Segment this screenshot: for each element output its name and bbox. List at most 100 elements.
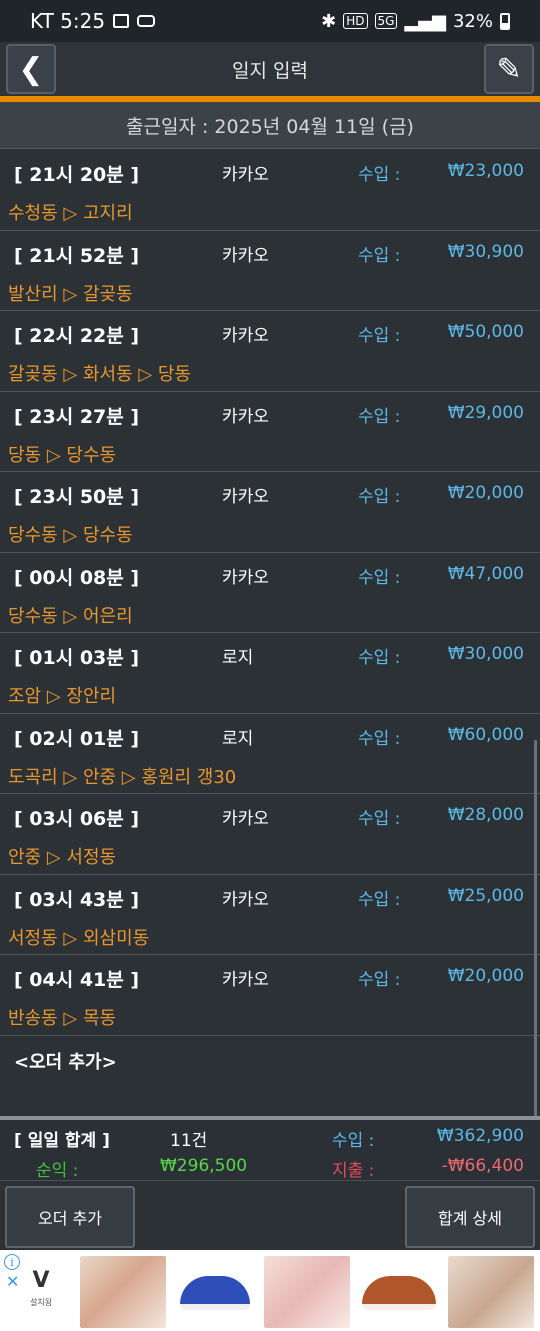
hd-icon: HD — [343, 13, 368, 29]
order-row[interactable]: [ 00시 08분 ] 카카오 수입 : ₩47,000 당수동 ▷ 어은리 — [0, 553, 540, 633]
total-detail-button[interactable]: 합계 상세 — [405, 1186, 535, 1248]
order-list[interactable]: [ 21시 20분 ] 카카오 수입 : ₩23,000 수청동 ▷ 고지리 [… — [0, 150, 540, 1220]
summary-expense: -₩66,400 — [441, 1156, 524, 1176]
order-company: 카카오 — [222, 406, 269, 427]
summary-net-label: 순익 : — [36, 1161, 79, 1181]
order-row[interactable]: [ 03시 06분 ] 카카오 수입 : ₩28,000 안중 ▷ 서정동 — [0, 794, 540, 875]
order-route: 안중 ▷ 서정동 — [8, 847, 117, 868]
order-row[interactable]: [ 23시 50분 ] 카카오 수입 : ₩20,000 당수동 ▷ 당수동 — [0, 472, 540, 553]
order-company: 카카오 — [222, 487, 269, 507]
income-label: 수입 : — [358, 487, 401, 507]
summary-net: ₩296,500 — [160, 1156, 248, 1176]
summary-income: ₩362,900 — [436, 1126, 524, 1146]
order-amount: ₩25,000 — [447, 885, 524, 906]
income-label: 수입 : — [358, 165, 401, 185]
order-amount: ₩29,000 — [447, 402, 524, 423]
ad-banner[interactable]: i ✕ V 설치됨 — [0, 1250, 540, 1331]
order-company: 카카오 — [222, 567, 269, 588]
ad-product-image[interactable] — [264, 1256, 350, 1328]
shoe-image — [362, 1276, 436, 1310]
order-time: [ 21시 52분 ] — [14, 244, 140, 267]
order-amount: ₩50,000 — [447, 322, 524, 342]
work-date[interactable]: 출근일자 : 2025년 04월 11일 (금) — [0, 102, 540, 149]
order-time: [ 23시 27분 ] — [14, 405, 140, 428]
summary-title: [ 일일 합계 ] — [14, 1131, 110, 1151]
order-company: 로지 — [222, 648, 254, 668]
summary-income-label: 수입 : — [332, 1131, 375, 1151]
add-order-button[interactable]: 오더 추가 — [5, 1186, 135, 1248]
income-label: 수입 : — [358, 889, 401, 910]
order-time: [ 00시 08분 ] — [14, 566, 140, 589]
ad-info-icon[interactable]: i — [4, 1254, 20, 1270]
order-route: 조암 ▷ 장안리 — [8, 686, 117, 707]
order-company: 카카오 — [222, 245, 269, 266]
order-row[interactable]: [ 22시 22분 ] 카카오 수입 : ₩50,000 갈곶동 ▷ 화서동 ▷… — [0, 311, 540, 392]
order-amount: ₩23,000 — [447, 161, 524, 181]
order-time: [ 23시 50분 ] — [14, 486, 140, 508]
order-row[interactable]: [ 23시 27분 ] 카카오 수입 : ₩29,000 당동 ▷ 당수동 — [0, 392, 540, 472]
ad-logo[interactable]: V 설치됨 — [26, 1268, 56, 1324]
summary-expense-label: 지출 : — [332, 1161, 375, 1181]
ad-product-image[interactable] — [448, 1256, 534, 1328]
order-route: 당동 ▷ 당수동 — [8, 444, 117, 466]
order-amount: ₩30,900 — [447, 241, 524, 262]
order-route: 발산리 ▷ 갈곶동 — [8, 283, 133, 305]
income-label: 수입 : — [358, 648, 401, 668]
income-label: 수입 : — [358, 728, 401, 749]
voicemail-icon — [137, 15, 156, 27]
status-bar: KT 5:25 ✱ HD 5G ▂▄▆ 32% — [0, 0, 540, 42]
order-amount: ₩28,000 — [447, 805, 524, 825]
order-company: 카카오 — [222, 326, 269, 346]
add-order-row[interactable]: <오더 추가> — [0, 1036, 540, 1116]
order-company: 로지 — [222, 728, 254, 749]
order-amount: ₩30,000 — [447, 644, 524, 664]
order-amount: ₩20,000 — [447, 966, 524, 986]
order-company: 카카오 — [222, 970, 269, 990]
daily-summary: [ 일일 합계 ] 11건 수입 : ₩362,900 순익 : ₩296,50… — [0, 1120, 540, 1181]
order-route: 갈곶동 ▷ 화서동 ▷ 당동 — [8, 364, 192, 385]
income-label: 수입 : — [358, 406, 401, 427]
order-row[interactable]: [ 03시 43분 ] 카카오 수입 : ₩25,000 서정동 ▷ 외삼미동 — [0, 875, 540, 955]
order-route: 당수동 ▷ 어은리 — [8, 605, 133, 627]
bluetooth-icon: ✱ — [321, 10, 337, 32]
back-arrow-icon: ❮ — [18, 51, 44, 87]
battery-percent: 32% — [452, 10, 493, 32]
ad-product-image[interactable] — [356, 1256, 442, 1328]
income-label: 수입 : — [358, 245, 401, 266]
order-row[interactable]: [ 04시 41분 ] 카카오 수입 : ₩20,000 반송동 ▷ 목동 — [0, 955, 540, 1036]
ad-close-icon[interactable]: ✕ — [6, 1272, 19, 1291]
order-time: [ 01시 03분 ] — [14, 647, 140, 669]
order-route: 도곡리 ▷ 안중 ▷ 홍원리 갱30 — [8, 766, 237, 788]
income-label: 수입 : — [358, 326, 401, 346]
order-time: [ 03시 43분 ] — [14, 888, 140, 911]
signal-icon: ▂▄▆ — [404, 10, 446, 32]
order-row[interactable]: [ 02시 01분 ] 로지 수입 : ₩60,000 도곡리 ▷ 안중 ▷ 홍… — [0, 714, 540, 794]
income-label: 수입 : — [358, 809, 401, 829]
income-label: 수입 : — [358, 567, 401, 588]
order-row[interactable]: [ 21시 52분 ] 카카오 수입 : ₩30,900 발산리 ▷ 갈곶동 — [0, 231, 540, 311]
order-company: 카카오 — [222, 809, 269, 829]
order-route: 반송동 ▷ 목동 — [8, 1008, 117, 1029]
ad-logo-mark: V — [32, 1268, 50, 1293]
income-label: 수입 : — [358, 970, 401, 990]
status-right: ✱ HD 5G ▂▄▆ 32% — [321, 11, 510, 32]
order-company: 카카오 — [222, 889, 269, 910]
ad-product-image[interactable] — [80, 1256, 166, 1328]
order-amount: ₩47,000 — [447, 563, 524, 584]
order-row[interactable]: [ 01시 03분 ] 로지 수입 : ₩30,000 조암 ▷ 장안리 — [0, 633, 540, 714]
back-button[interactable]: ❮ — [6, 44, 56, 94]
battery-icon — [500, 12, 510, 30]
carrier-time: KT 5:25 — [30, 9, 106, 33]
edit-button[interactable]: ✎ — [484, 44, 534, 94]
page-title: 일지 입력 — [232, 59, 308, 82]
order-time: [ 04시 41분 ] — [14, 969, 140, 991]
ad-brand: 설치됨 — [29, 1298, 53, 1307]
summary-count: 11건 — [170, 1131, 208, 1151]
order-route: 수청동 ▷ 고지리 — [8, 203, 133, 224]
ad-product-image[interactable] — [172, 1256, 258, 1328]
order-company: 카카오 — [222, 165, 269, 185]
gallery-icon — [113, 14, 130, 28]
pencil-icon: ✎ — [496, 51, 522, 87]
order-row[interactable]: [ 21시 20분 ] 카카오 수입 : ₩23,000 수청동 ▷ 고지리 — [0, 150, 540, 231]
order-amount: ₩20,000 — [447, 483, 524, 503]
